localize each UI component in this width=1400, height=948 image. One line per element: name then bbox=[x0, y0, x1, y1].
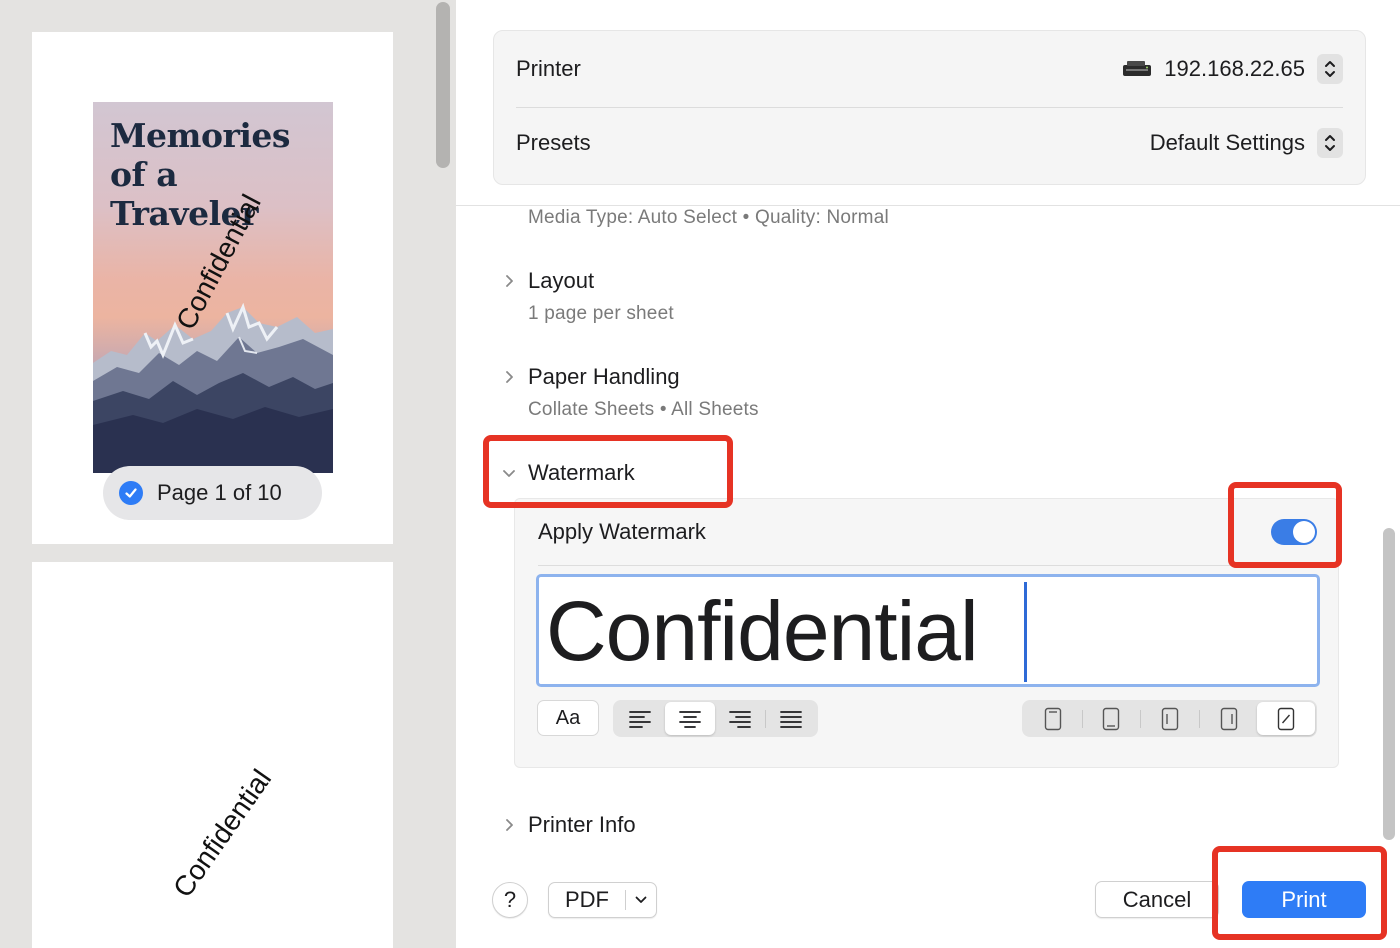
position-right-icon bbox=[1220, 707, 1237, 730]
align-justify-button[interactable] bbox=[766, 702, 816, 735]
printer-row: Printer 192.168.22.65 bbox=[516, 33, 1343, 105]
position-left-button[interactable] bbox=[1141, 702, 1199, 735]
divider bbox=[538, 565, 1315, 566]
position-left-icon bbox=[1161, 707, 1179, 730]
toggle-knob bbox=[1293, 521, 1315, 543]
watermark-panel: Apply Watermark Confidential Aa bbox=[514, 498, 1339, 768]
settings-scrollbar[interactable] bbox=[1383, 528, 1395, 840]
layout-summary: 1 page per sheet bbox=[528, 303, 674, 324]
presets-label: Presets bbox=[516, 130, 591, 155]
preview-pane: Memories of a Traveler Page 1 of 10 Conf… bbox=[0, 0, 456, 948]
position-diagonal-icon bbox=[1277, 707, 1295, 730]
section-printer-info[interactable]: Printer Info bbox=[502, 812, 636, 838]
apply-watermark-toggle[interactable] bbox=[1271, 519, 1317, 545]
section-layout-title: Layout bbox=[528, 268, 595, 293]
presets-row: Presets Default Settings bbox=[516, 107, 1343, 179]
printer-popup[interactable]: 192.168.22.65 bbox=[1122, 54, 1343, 84]
position-bottom-button[interactable] bbox=[1083, 702, 1141, 735]
mountain-illustration bbox=[93, 303, 333, 473]
updown-chevron-icon bbox=[1317, 128, 1343, 158]
font-button[interactable]: Aa bbox=[537, 700, 599, 736]
print-button[interactable]: Print bbox=[1242, 881, 1366, 918]
chevron-down-icon bbox=[502, 466, 516, 480]
position-bottom-icon bbox=[1103, 707, 1120, 730]
align-right-button[interactable] bbox=[715, 702, 765, 735]
position-segmented-control bbox=[1022, 700, 1317, 737]
updown-chevron-icon bbox=[1317, 54, 1343, 84]
printer-value: 192.168.22.65 bbox=[1164, 56, 1305, 81]
align-center-button[interactable] bbox=[665, 702, 715, 735]
chevron-right-icon bbox=[502, 370, 516, 384]
presets-popup[interactable]: Default Settings bbox=[1150, 128, 1343, 158]
cover-title: Memories of a Traveler bbox=[110, 116, 290, 233]
pdf-button-label: PDF bbox=[565, 887, 609, 912]
printer-presets-card: Printer 192.168.22.65 Presets Default Se… bbox=[493, 30, 1366, 185]
chevron-down-icon bbox=[626, 896, 656, 904]
position-right-button[interactable] bbox=[1200, 702, 1258, 735]
watermark-text-field[interactable]: Confidential bbox=[536, 574, 1320, 687]
watermark-text-value: Confidential bbox=[546, 584, 979, 678]
preview-scrollbar[interactable] bbox=[436, 2, 450, 168]
chevron-right-icon bbox=[502, 818, 516, 832]
preview-page-2[interactable] bbox=[32, 562, 393, 948]
print-settings-pane: Printer 192.168.22.65 Presets Default Se… bbox=[456, 0, 1400, 948]
printer-icon bbox=[1123, 61, 1152, 76]
printer-label: Printer bbox=[516, 56, 581, 81]
cancel-button[interactable]: Cancel bbox=[1095, 881, 1219, 918]
apply-watermark-label: Apply Watermark bbox=[538, 519, 706, 544]
checkmark-icon bbox=[119, 481, 143, 505]
section-watermark[interactable]: Watermark bbox=[502, 460, 635, 486]
paper-handling-summary: Collate Sheets • All Sheets bbox=[528, 399, 759, 420]
section-watermark-title: Watermark bbox=[528, 460, 635, 485]
help-button[interactable]: ? bbox=[492, 882, 528, 918]
page-indicator-label: Page 1 of 10 bbox=[157, 480, 282, 505]
header-divider bbox=[456, 205, 1400, 206]
position-top-icon bbox=[1044, 707, 1061, 730]
text-caret bbox=[1024, 582, 1027, 682]
section-paper-handling[interactable]: Paper Handling bbox=[502, 364, 680, 390]
chevron-right-icon bbox=[502, 274, 516, 288]
position-diagonal-button[interactable] bbox=[1257, 702, 1315, 735]
position-top-button[interactable] bbox=[1024, 702, 1082, 735]
media-summary: Media Type: Auto Select • Quality: Norma… bbox=[528, 207, 889, 228]
alignment-segmented-control bbox=[613, 700, 818, 737]
page-indicator[interactable]: Page 1 of 10 bbox=[103, 466, 322, 520]
section-layout[interactable]: Layout bbox=[502, 268, 594, 294]
align-right-icon bbox=[729, 710, 751, 728]
align-center-icon bbox=[679, 710, 701, 728]
pdf-menu-button[interactable]: PDF bbox=[548, 882, 657, 918]
presets-value: Default Settings bbox=[1149, 130, 1305, 155]
section-printer-info-title: Printer Info bbox=[528, 812, 636, 837]
align-left-button[interactable] bbox=[615, 702, 665, 735]
section-paper-handling-title: Paper Handling bbox=[528, 364, 680, 389]
align-justify-icon bbox=[780, 710, 802, 728]
align-left-icon bbox=[629, 710, 651, 728]
